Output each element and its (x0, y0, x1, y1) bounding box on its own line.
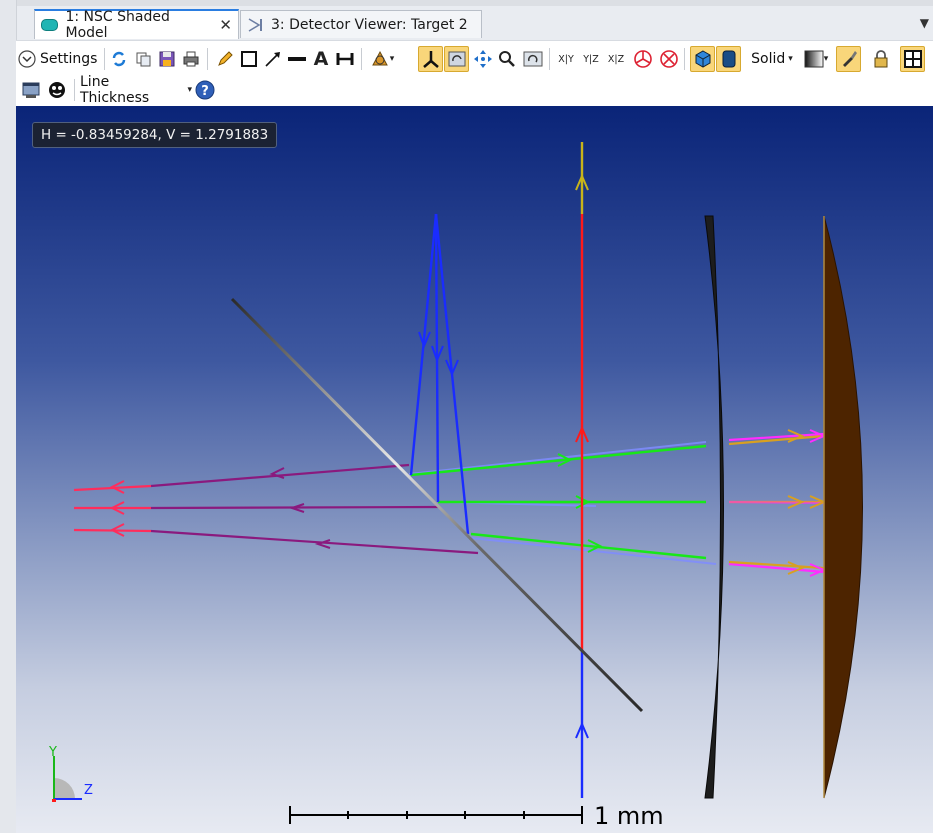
lock-icon[interactable] (870, 47, 892, 71)
lighting-button[interactable] (836, 46, 861, 72)
tab-overflow-menu-icon[interactable]: ▼ (920, 16, 929, 30)
copy-icon[interactable] (132, 47, 154, 71)
axes-icon (422, 51, 439, 68)
render-mode-label: Solid (751, 51, 786, 67)
line-thickness-dropdown[interactable]: Line Thickness ▾ (80, 74, 192, 106)
tab-bar: 1: NSC Shaded Model ✕ 3: Detector Viewer… (0, 6, 933, 41)
yz-plane-button[interactable]: Y|Z (579, 47, 603, 71)
divider (74, 79, 75, 101)
orbit-view-button[interactable] (444, 46, 469, 72)
svg-text:?: ? (201, 84, 209, 99)
chevron-down-icon: ▾ (187, 85, 192, 95)
help-icon[interactable]: ? (194, 78, 216, 102)
chevron-down-icon: ▾ (788, 54, 793, 64)
tab-label: 3: Detector Viewer: Target 2 (271, 16, 468, 33)
close-icon[interactable]: ✕ (219, 16, 232, 34)
settings-label: Settings (40, 51, 98, 67)
plano-convex-lens (823, 215, 863, 799)
scale-bar-label: 1 mm (594, 802, 664, 830)
arrow-icon[interactable] (262, 47, 284, 71)
tab-nsc-shaded-model[interactable]: 1: NSC Shaded Model ✕ (34, 9, 239, 41)
capture-icon[interactable] (46, 78, 68, 102)
shaded-solid-button[interactable] (690, 46, 715, 72)
optical-layout-drawing: Y Z 1 mm (48, 142, 863, 830)
grid-layout-icon (903, 50, 922, 68)
blue-ray-arrows (418, 331, 589, 739)
axes-view-button[interactable] (418, 46, 443, 72)
xy-plane-button[interactable]: X|Y (554, 47, 578, 71)
rectangle-icon[interactable] (238, 47, 260, 71)
gradient-icon (804, 50, 824, 68)
return-rays-purple (150, 463, 479, 555)
tab-detector-viewer[interactable]: 3: Detector Viewer: Target 2 (240, 10, 482, 38)
toolbar: Settings A ▾ X|Y Y|Z X|Z Solid ▾ ▾ Line … (16, 40, 933, 107)
axis-label-z: Z (84, 783, 93, 798)
nsc-model-icon (41, 19, 59, 31)
surface-icon (722, 50, 735, 68)
divider (104, 48, 105, 70)
render-mode-dropdown[interactable]: Solid ▾ (746, 47, 798, 71)
refresh-icon[interactable] (108, 47, 130, 71)
divider (684, 48, 685, 70)
random-rays-icon[interactable] (658, 47, 680, 71)
orbit-icon (448, 51, 465, 67)
line-thickness-label: Line Thickness (80, 74, 150, 106)
pan-icon[interactable] (472, 47, 494, 71)
fan-rays-icon[interactable] (632, 47, 654, 71)
tab-label: 1: NSC Shaded Model (65, 9, 170, 41)
text-tool-icon[interactable]: A (310, 47, 332, 71)
divider (549, 48, 550, 70)
rays-green (410, 444, 707, 560)
xz-plane-button[interactable]: X|Z (604, 47, 628, 71)
zoom-icon[interactable] (496, 47, 518, 71)
reset-view-icon[interactable] (522, 47, 544, 71)
axis-label-y: Y (48, 745, 57, 760)
cube-icon (695, 50, 710, 68)
print-icon[interactable] (180, 47, 202, 71)
settings-button[interactable]: Settings (18, 47, 100, 71)
negative-lens (704, 215, 724, 799)
window-options-icon[interactable] (20, 78, 42, 102)
line-icon[interactable] (286, 47, 308, 71)
surface-button[interactable] (716, 46, 741, 72)
pencil-icon[interactable] (214, 47, 236, 71)
rotate-view-dropdown[interactable]: ▾ (366, 47, 398, 71)
save-icon[interactable] (156, 47, 178, 71)
axis-triad-icon (52, 756, 82, 802)
chevron-down-icon (18, 50, 36, 68)
background-dropdown[interactable]: ▾ (800, 47, 832, 71)
flashlight-icon (842, 51, 857, 67)
divider (207, 48, 208, 70)
dimension-icon[interactable] (334, 47, 356, 71)
left-panel-edge (0, 0, 17, 833)
coordinate-readout: H = -0.83459284, V = 1.2791883 (32, 122, 278, 148)
layout-button[interactable] (900, 46, 925, 72)
scale-bar (289, 806, 583, 824)
divider (361, 48, 362, 70)
rotate-icon (371, 50, 388, 66)
rays-transmitted (728, 432, 825, 574)
detector-viewer-icon (248, 17, 262, 32)
nsc-3d-viewport[interactable]: Y Z 1 mm H = -0.83459284, V = 1.2791883 (16, 106, 933, 833)
